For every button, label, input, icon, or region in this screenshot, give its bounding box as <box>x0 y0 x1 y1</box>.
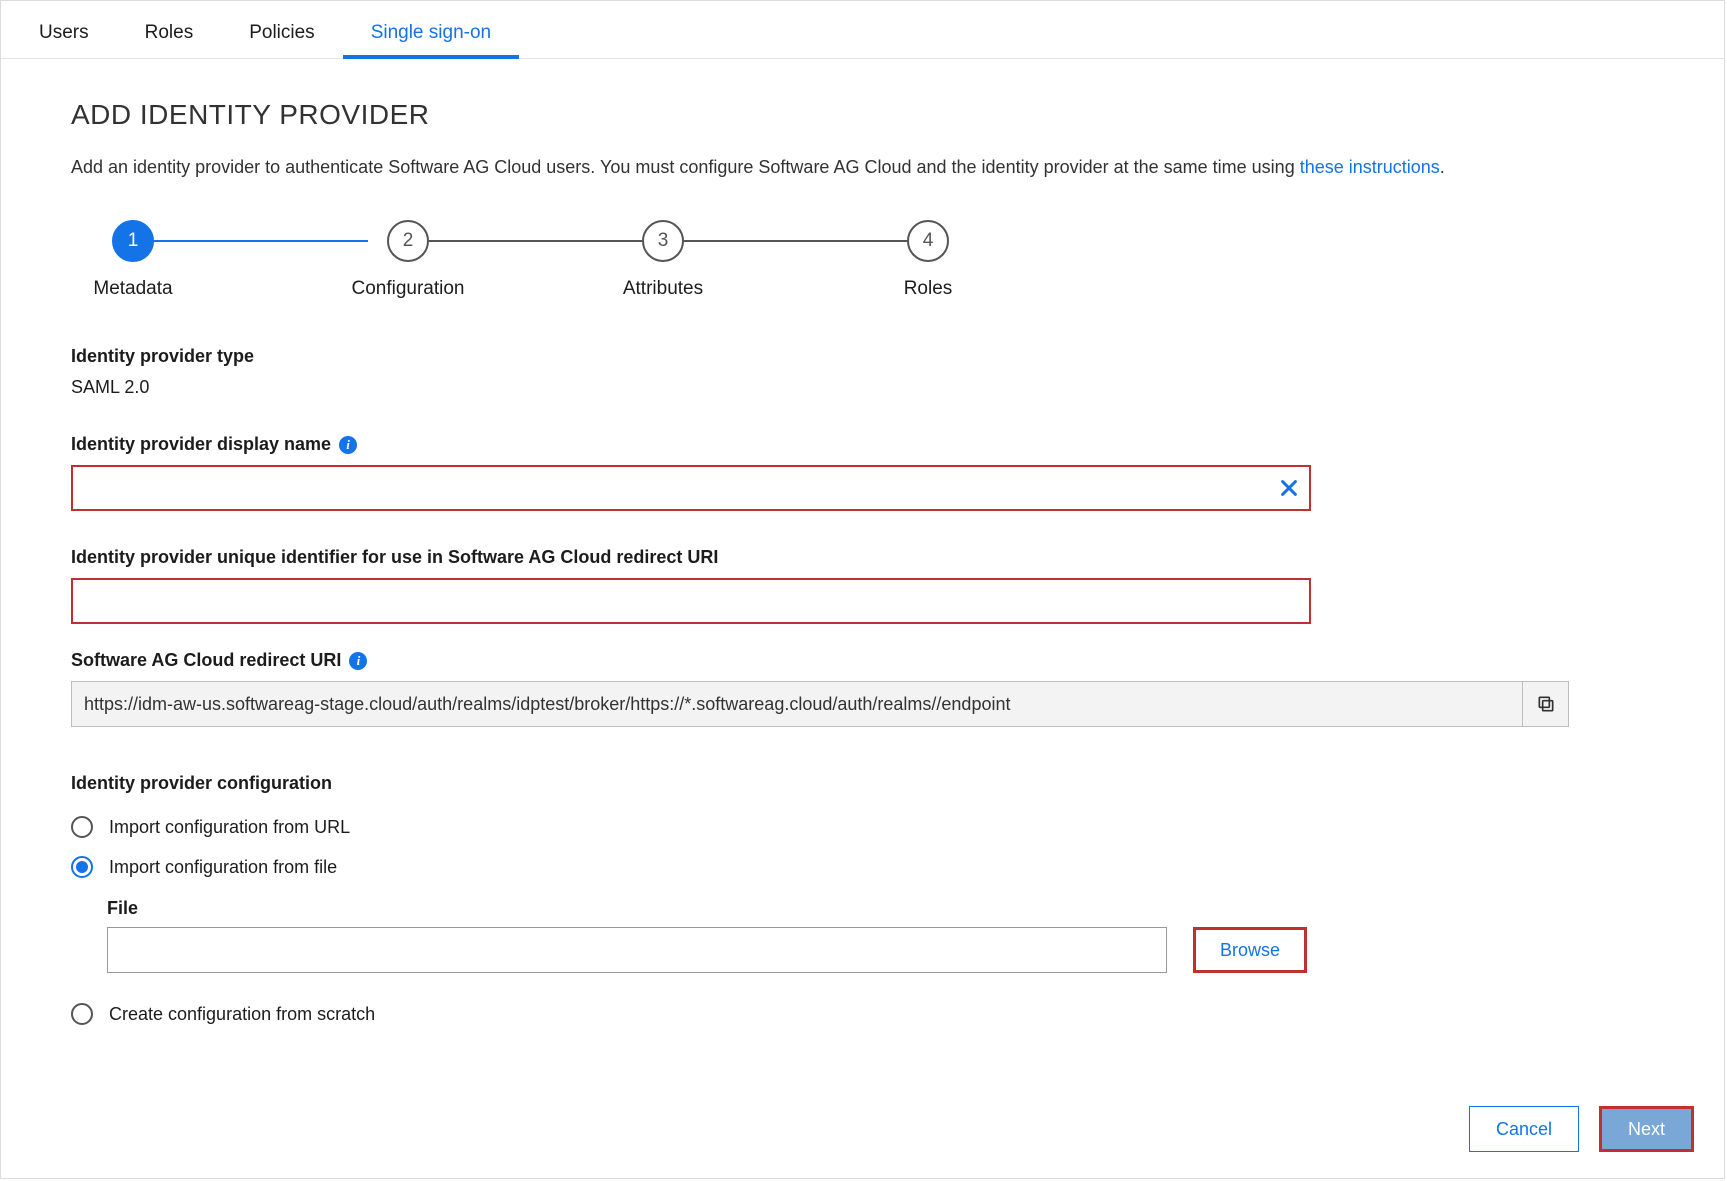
radio-icon <box>71 856 93 878</box>
step-label: Configuration <box>351 278 464 300</box>
radio-icon <box>71 1003 93 1025</box>
field-display-name: Identity provider display name i <box>71 434 1654 511</box>
file-section: File Browse <box>107 898 1654 973</box>
radio-create-scratch[interactable]: Create configuration from scratch <box>71 1003 1654 1025</box>
tab-roles[interactable]: Roles <box>117 8 222 58</box>
field-idp-config: Identity provider configuration Import c… <box>71 773 1654 1025</box>
wizard-stepper: 1 Metadata 2 Configuration 3 Attributes … <box>71 220 1654 300</box>
step-label: Metadata <box>93 278 172 300</box>
field-idp-type: Identity provider type SAML 2.0 <box>71 346 1654 398</box>
label-unique-id: Identity provider unique identifier for … <box>71 547 1654 568</box>
radio-import-file[interactable]: Import configuration from file <box>71 856 1654 878</box>
step-roles[interactable]: 4 Roles <box>883 220 973 300</box>
field-redirect-uri: Software AG Cloud redirect URI i <box>71 650 1654 727</box>
label-idp-config: Identity provider configuration <box>71 773 1654 794</box>
top-tabs: Users Roles Policies Single sign-on <box>1 1 1724 59</box>
radio-label: Import configuration from file <box>109 857 337 878</box>
display-name-input[interactable] <box>71 465 1311 511</box>
copy-icon[interactable] <box>1522 682 1568 726</box>
radio-icon <box>71 816 93 838</box>
info-icon[interactable]: i <box>349 652 367 670</box>
redirect-uri-value[interactable] <box>72 682 1522 726</box>
unique-id-input[interactable] <box>71 578 1311 624</box>
label-idp-type: Identity provider type <box>71 346 1654 367</box>
next-button[interactable]: Next <box>1599 1106 1694 1152</box>
tab-single-sign-on[interactable]: Single sign-on <box>343 8 519 58</box>
step-configuration[interactable]: 2 Configuration <box>328 220 488 300</box>
info-icon[interactable]: i <box>339 436 357 454</box>
label-redirect-uri: Software AG Cloud redirect URI i <box>71 650 1654 671</box>
step-circle: 2 <box>387 220 429 262</box>
intro-suffix: . <box>1440 157 1445 177</box>
step-label: Roles <box>904 278 953 300</box>
label-text: Software AG Cloud redirect URI <box>71 650 341 671</box>
redirect-uri-box <box>71 681 1569 727</box>
step-attributes[interactable]: 3 Attributes <box>598 220 728 300</box>
step-circle: 4 <box>907 220 949 262</box>
tab-users[interactable]: Users <box>11 8 117 58</box>
input-wrap <box>71 465 1311 511</box>
radio-label: Import configuration from URL <box>109 817 350 838</box>
tab-policies[interactable]: Policies <box>221 8 342 58</box>
label-file: File <box>107 898 1654 919</box>
page-title: ADD IDENTITY PROVIDER <box>71 99 1654 131</box>
intro-text: Add an identity provider to authenticate… <box>71 157 1654 178</box>
step-metadata[interactable]: 1 Metadata <box>73 220 193 300</box>
clear-icon[interactable] <box>1275 474 1303 502</box>
input-wrap <box>71 578 1311 624</box>
instructions-link[interactable]: these instructions <box>1300 157 1440 177</box>
value-idp-type: SAML 2.0 <box>71 377 1654 398</box>
intro-prefix: Add an identity provider to authenticate… <box>71 157 1300 177</box>
file-input[interactable] <box>107 927 1167 973</box>
main-content: ADD IDENTITY PROVIDER Add an identity pr… <box>1 59 1724 1091</box>
radio-label: Create configuration from scratch <box>109 1004 375 1025</box>
radio-import-url[interactable]: Import configuration from URL <box>71 816 1654 838</box>
field-unique-id: Identity provider unique identifier for … <box>71 547 1654 624</box>
label-display-name: Identity provider display name i <box>71 434 1654 455</box>
label-text: Identity provider display name <box>71 434 331 455</box>
file-row: Browse <box>107 927 1654 973</box>
step-label: Attributes <box>623 278 703 300</box>
step-circle: 3 <box>642 220 684 262</box>
browse-button[interactable]: Browse <box>1193 927 1307 973</box>
app-frame: Users Roles Policies Single sign-on ADD … <box>0 0 1725 1179</box>
footer-buttons: Cancel Next <box>1469 1106 1694 1152</box>
cancel-button[interactable]: Cancel <box>1469 1106 1579 1152</box>
step-circle: 1 <box>112 220 154 262</box>
